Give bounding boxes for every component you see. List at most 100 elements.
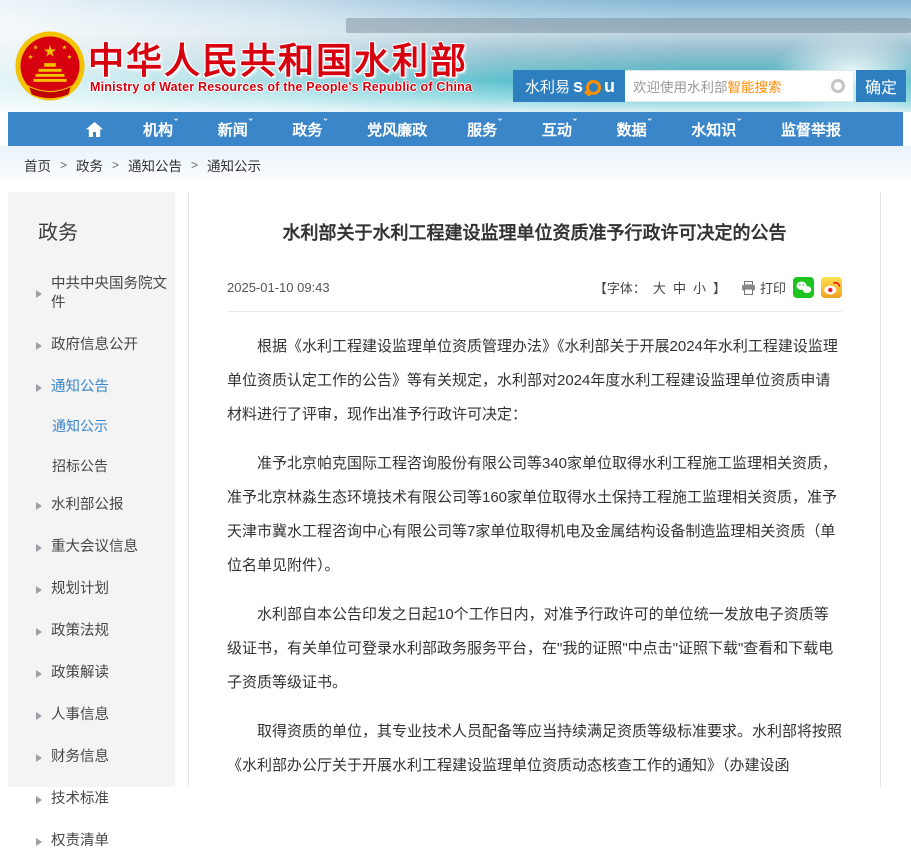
nav-item-organization[interactable]: 机构ˇ <box>143 119 178 140</box>
sidebar-item-policies-regulations[interactable]: 政策法规 <box>36 622 175 641</box>
nav-item-party-conduct[interactable]: 党风廉政 <box>367 119 427 140</box>
printer-icon <box>741 281 756 295</box>
nav-label: 新闻 <box>218 119 248 140</box>
font-size-label: 【字体： <box>594 278 646 297</box>
article-meta: 2025-01-10 09:43 【字体： 大 中 小 】 打印 <box>227 277 842 312</box>
sidebar-item-central-documents[interactable]: 中共中央国务院文件 <box>36 275 175 313</box>
nav-label: 机构 <box>143 119 173 140</box>
nav-label: 党风廉政 <box>367 119 427 140</box>
sidebar-item-major-meetings[interactable]: 重大会议信息 <box>36 538 175 557</box>
triangle-icon <box>36 342 42 350</box>
search-brand-text: 水利易 <box>525 76 570 97</box>
nav-label: 互动 <box>542 119 572 140</box>
weibo-icon <box>821 277 842 298</box>
triangle-icon <box>36 670 42 678</box>
nav-item-interaction[interactable]: 互动ˇ <box>542 119 577 140</box>
sidebar-item-label: 政策解读 <box>51 664 109 683</box>
nav-item-data[interactable]: 数据ˇ <box>617 119 652 140</box>
breadcrumb-item-2[interactable]: 政务 <box>76 155 103 175</box>
svg-text:★: ★ <box>33 43 39 51</box>
search-brand-s: s <box>573 77 583 95</box>
main-nav: 机构ˇ新闻ˇ政务ˇ党风廉政服务ˇ互动ˇ数据ˇ水知识ˇ监督举报 <box>8 112 903 146</box>
sidebar-menu: 中共中央国务院文件政府信息公开通知公告通知公示招标公告水利部公报重大会议信息规划… <box>36 275 175 851</box>
nav-label: 水知识 <box>691 119 736 140</box>
search-bar: 水利易 s u 欢迎使用水利部 智能搜索 确定 <box>513 70 906 102</box>
sidebar-item-responsibility-list[interactable]: 权责清单 <box>36 832 175 851</box>
nav-item-services[interactable]: 服务ˇ <box>467 119 502 140</box>
publish-date: 2025-01-10 09:43 <box>227 280 330 295</box>
font-size-label-end: 】 <box>713 278 726 297</box>
sidebar: 政务 中共中央国务院文件政府信息公开通知公告通知公示招标公告水利部公报重大会议信… <box>8 192 175 787</box>
sidebar-item-notices[interactable]: 通知公告 <box>36 378 175 397</box>
breadcrumb: 首页>政务>通知公告>通知公示 <box>0 146 911 184</box>
nav-label: 监督举报 <box>781 119 841 140</box>
nav-item-news[interactable]: 新闻ˇ <box>218 119 253 140</box>
triangle-icon <box>36 754 42 762</box>
breadcrumb-item-1[interactable]: 首页 <box>24 155 51 175</box>
sidebar-item-personnel-info[interactable]: 人事信息 <box>36 706 175 725</box>
dropdown-indicator-icon: ˇ <box>573 118 577 130</box>
gear-icon[interactable] <box>831 79 845 93</box>
nav-item-water-knowledge[interactable]: 水知识ˇ <box>691 119 741 140</box>
search-brand-u: u <box>604 77 615 95</box>
triangle-icon <box>36 502 42 510</box>
dropdown-indicator-icon: ˇ <box>498 118 502 130</box>
triangle-icon <box>36 838 42 846</box>
font-size-medium[interactable]: 中 <box>673 278 686 297</box>
sidebar-subitem-notice-publicity[interactable]: 通知公示 <box>52 416 175 436</box>
article-paragraph: 准予北京帕克国际工程咨询股份有限公司等340家单位取得水利工程施工监理相关资质，… <box>227 447 842 583</box>
sidebar-item-label: 水利部公报 <box>51 496 124 515</box>
nav-item-home[interactable] <box>86 122 103 137</box>
weibo-share-button[interactable] <box>821 277 842 298</box>
sidebar-item-label: 规划计划 <box>51 580 109 599</box>
sidebar-subitem-bidding-notices[interactable]: 招标公告 <box>52 456 175 476</box>
triangle-icon <box>36 628 42 636</box>
sidebar-item-label: 财务信息 <box>51 748 109 767</box>
font-size-large[interactable]: 大 <box>653 278 666 297</box>
dropdown-indicator-icon: ˇ <box>648 118 652 130</box>
sidebar-item-gov-info-disclosure[interactable]: 政府信息公开 <box>36 336 175 355</box>
article-body: 根据《水利工程建设监理单位资质管理办法》《水利部关于开展2024年水利工程建设监… <box>227 312 842 787</box>
breadcrumb-item-4[interactable]: 通知公示 <box>207 155 261 175</box>
search-input[interactable]: 欢迎使用水利部 智能搜索 <box>625 70 854 102</box>
breadcrumb-separator: > <box>112 158 119 172</box>
sidebar-item-mwr-gazette[interactable]: 水利部公报 <box>36 496 175 515</box>
sidebar-item-label: 政策法规 <box>51 622 109 641</box>
sidebar-submenu: 通知公示招标公告 <box>52 416 175 476</box>
sidebar-item-label: 技术标准 <box>51 790 109 809</box>
dropdown-indicator-icon: ˇ <box>174 118 178 130</box>
sidebar-item-planning[interactable]: 规划计划 <box>36 580 175 599</box>
print-button[interactable]: 打印 <box>741 278 786 297</box>
breadcrumb-item-3[interactable]: 通知公告 <box>128 155 182 175</box>
triangle-icon <box>36 586 42 594</box>
sidebar-item-policy-interpretation[interactable]: 政策解读 <box>36 664 175 683</box>
article-title: 水利部关于水利工程建设监理单位资质准予行政许可决定的公告 <box>227 220 842 247</box>
article-paragraph: 取得资质的单位，其专业技术人员配备等应当持续满足资质等级标准要求。水利部将按照《… <box>227 715 842 787</box>
dropdown-indicator-icon: ˇ <box>323 118 327 130</box>
font-size-small[interactable]: 小 <box>693 278 706 297</box>
sidebar-item-financial-info[interactable]: 财务信息 <box>36 748 175 767</box>
wechat-icon <box>793 277 814 298</box>
article-paragraph: 水利部自本公告印发之日起10个工作日内，对准予行政许可的单位统一发放电子资质等级… <box>227 598 842 700</box>
national-emblem-logo: ★ ★ ★ ★ ★ <box>14 30 86 102</box>
sidebar-item-label: 人事信息 <box>51 706 109 725</box>
site-banner: ★ ★ ★ ★ ★ 中华人民共和国水利部 Ministry of Water R… <box>0 0 911 112</box>
sidebar-item-label: 权责清单 <box>51 832 109 851</box>
sidebar-item-label: 重大会议信息 <box>51 538 138 557</box>
triangle-icon <box>36 796 42 804</box>
article-panel: 水利部关于水利工程建设监理单位资质准予行政许可决定的公告 2025-01-10 … <box>188 192 881 787</box>
sidebar-item-label: 政府信息公开 <box>51 336 138 355</box>
sidebar-item-technical-standards[interactable]: 技术标准 <box>36 790 175 809</box>
nav-item-supervision-report[interactable]: 监督举报 <box>781 119 841 140</box>
triangle-icon <box>36 290 42 298</box>
article-paragraph: 根据《水利工程建设监理单位资质管理办法》《水利部关于开展2024年水利工程建设监… <box>227 330 842 432</box>
nav-item-gov-affairs[interactable]: 政务ˇ <box>292 119 327 140</box>
search-submit-button[interactable]: 确定 <box>856 70 906 102</box>
dropdown-indicator-icon: ˇ <box>249 118 253 130</box>
nav-label: 数据 <box>617 119 647 140</box>
home-icon <box>86 122 103 137</box>
triangle-icon <box>36 544 42 552</box>
magnifier-icon <box>586 80 601 95</box>
search-brand-button[interactable]: 水利易 s u <box>513 70 625 102</box>
wechat-share-button[interactable] <box>793 277 814 298</box>
